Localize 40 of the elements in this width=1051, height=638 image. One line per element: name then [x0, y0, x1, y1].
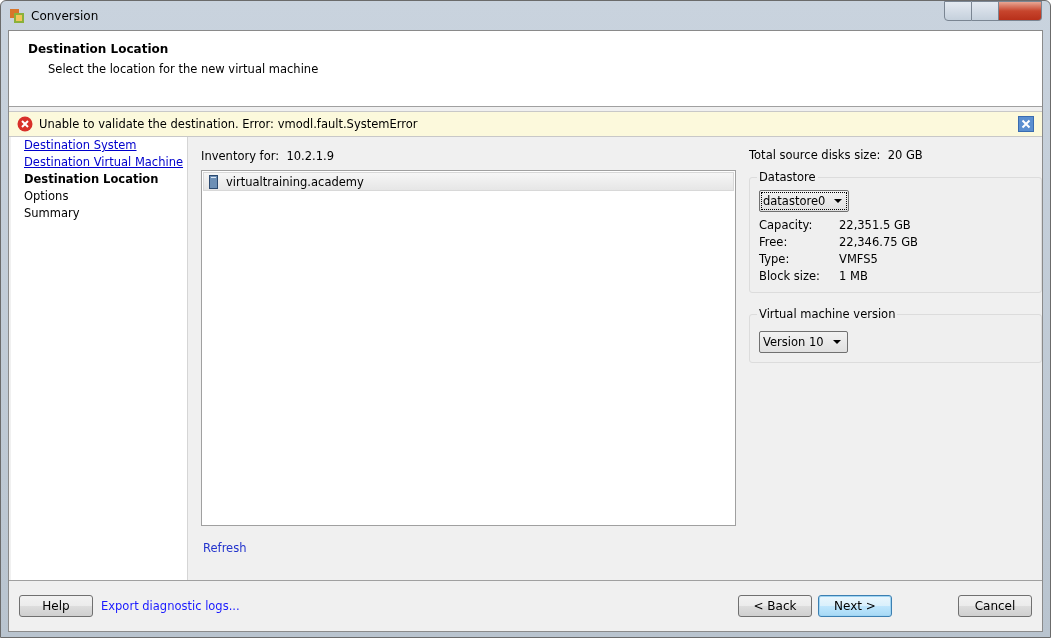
step-item: Options: [24, 188, 70, 205]
version-dropdown[interactable]: Version 10: [759, 331, 848, 353]
inventory-label: Inventory for: 10.2.1.9: [201, 149, 335, 163]
help-button[interactable]: Help: [19, 595, 93, 617]
field-label: Type:: [759, 252, 791, 266]
group-title: Virtual machine version: [758, 307, 897, 321]
tree-item[interactable]: virtualtraining.academy: [203, 172, 734, 191]
close-button[interactable]: [999, 1, 1042, 21]
field-value: 22,346.75 GB: [839, 235, 919, 249]
step-link[interactable]: Destination System: [24, 137, 184, 154]
caret-icon: [832, 340, 841, 344]
page-subtitle: Select the location for the new virtual machine: [48, 62, 320, 76]
error-message: Unable to validate the destination. Error: vmodl.fault.SystemError: [39, 117, 418, 131]
back-button[interactable]: < Back: [738, 595, 812, 617]
field-value: 1 MB: [839, 269, 869, 283]
server-icon: [209, 174, 219, 189]
field-value: VMFS5: [839, 252, 879, 266]
field-label: Free:: [759, 235, 789, 249]
app-icon: [9, 7, 25, 24]
disks-size-label: Total source disks size: 20 GB: [749, 148, 924, 162]
field-value: 22,351.5 GB: [839, 218, 912, 232]
caret-icon: [834, 199, 843, 203]
close-icon[interactable]: [1018, 116, 1034, 132]
error-icon: [17, 116, 33, 132]
page-title: Destination Location: [28, 42, 170, 56]
maximize-button[interactable]: [972, 1, 999, 21]
datastore-dropdown[interactable]: datastore0: [759, 190, 850, 212]
window-title: Conversion: [31, 8, 99, 23]
next-button[interactable]: Next >: [818, 595, 892, 617]
minimize-button[interactable]: [944, 1, 972, 21]
refresh-link[interactable]: Refresh: [203, 541, 247, 555]
step-link[interactable]: Destination Virtual Machine: [24, 154, 184, 171]
inventory-tree[interactable]: virtualtraining.academy: [201, 170, 736, 526]
step-item: Destination Location: [24, 171, 160, 188]
cancel-button[interactable]: Cancel: [958, 595, 1032, 617]
step-item: Summary: [24, 205, 81, 222]
field-label: Capacity:: [759, 218, 814, 232]
export-logs-link[interactable]: Export diagnostic logs...: [101, 599, 240, 613]
field-label: Block size:: [759, 269, 821, 283]
group-title: Datastore: [758, 170, 817, 184]
